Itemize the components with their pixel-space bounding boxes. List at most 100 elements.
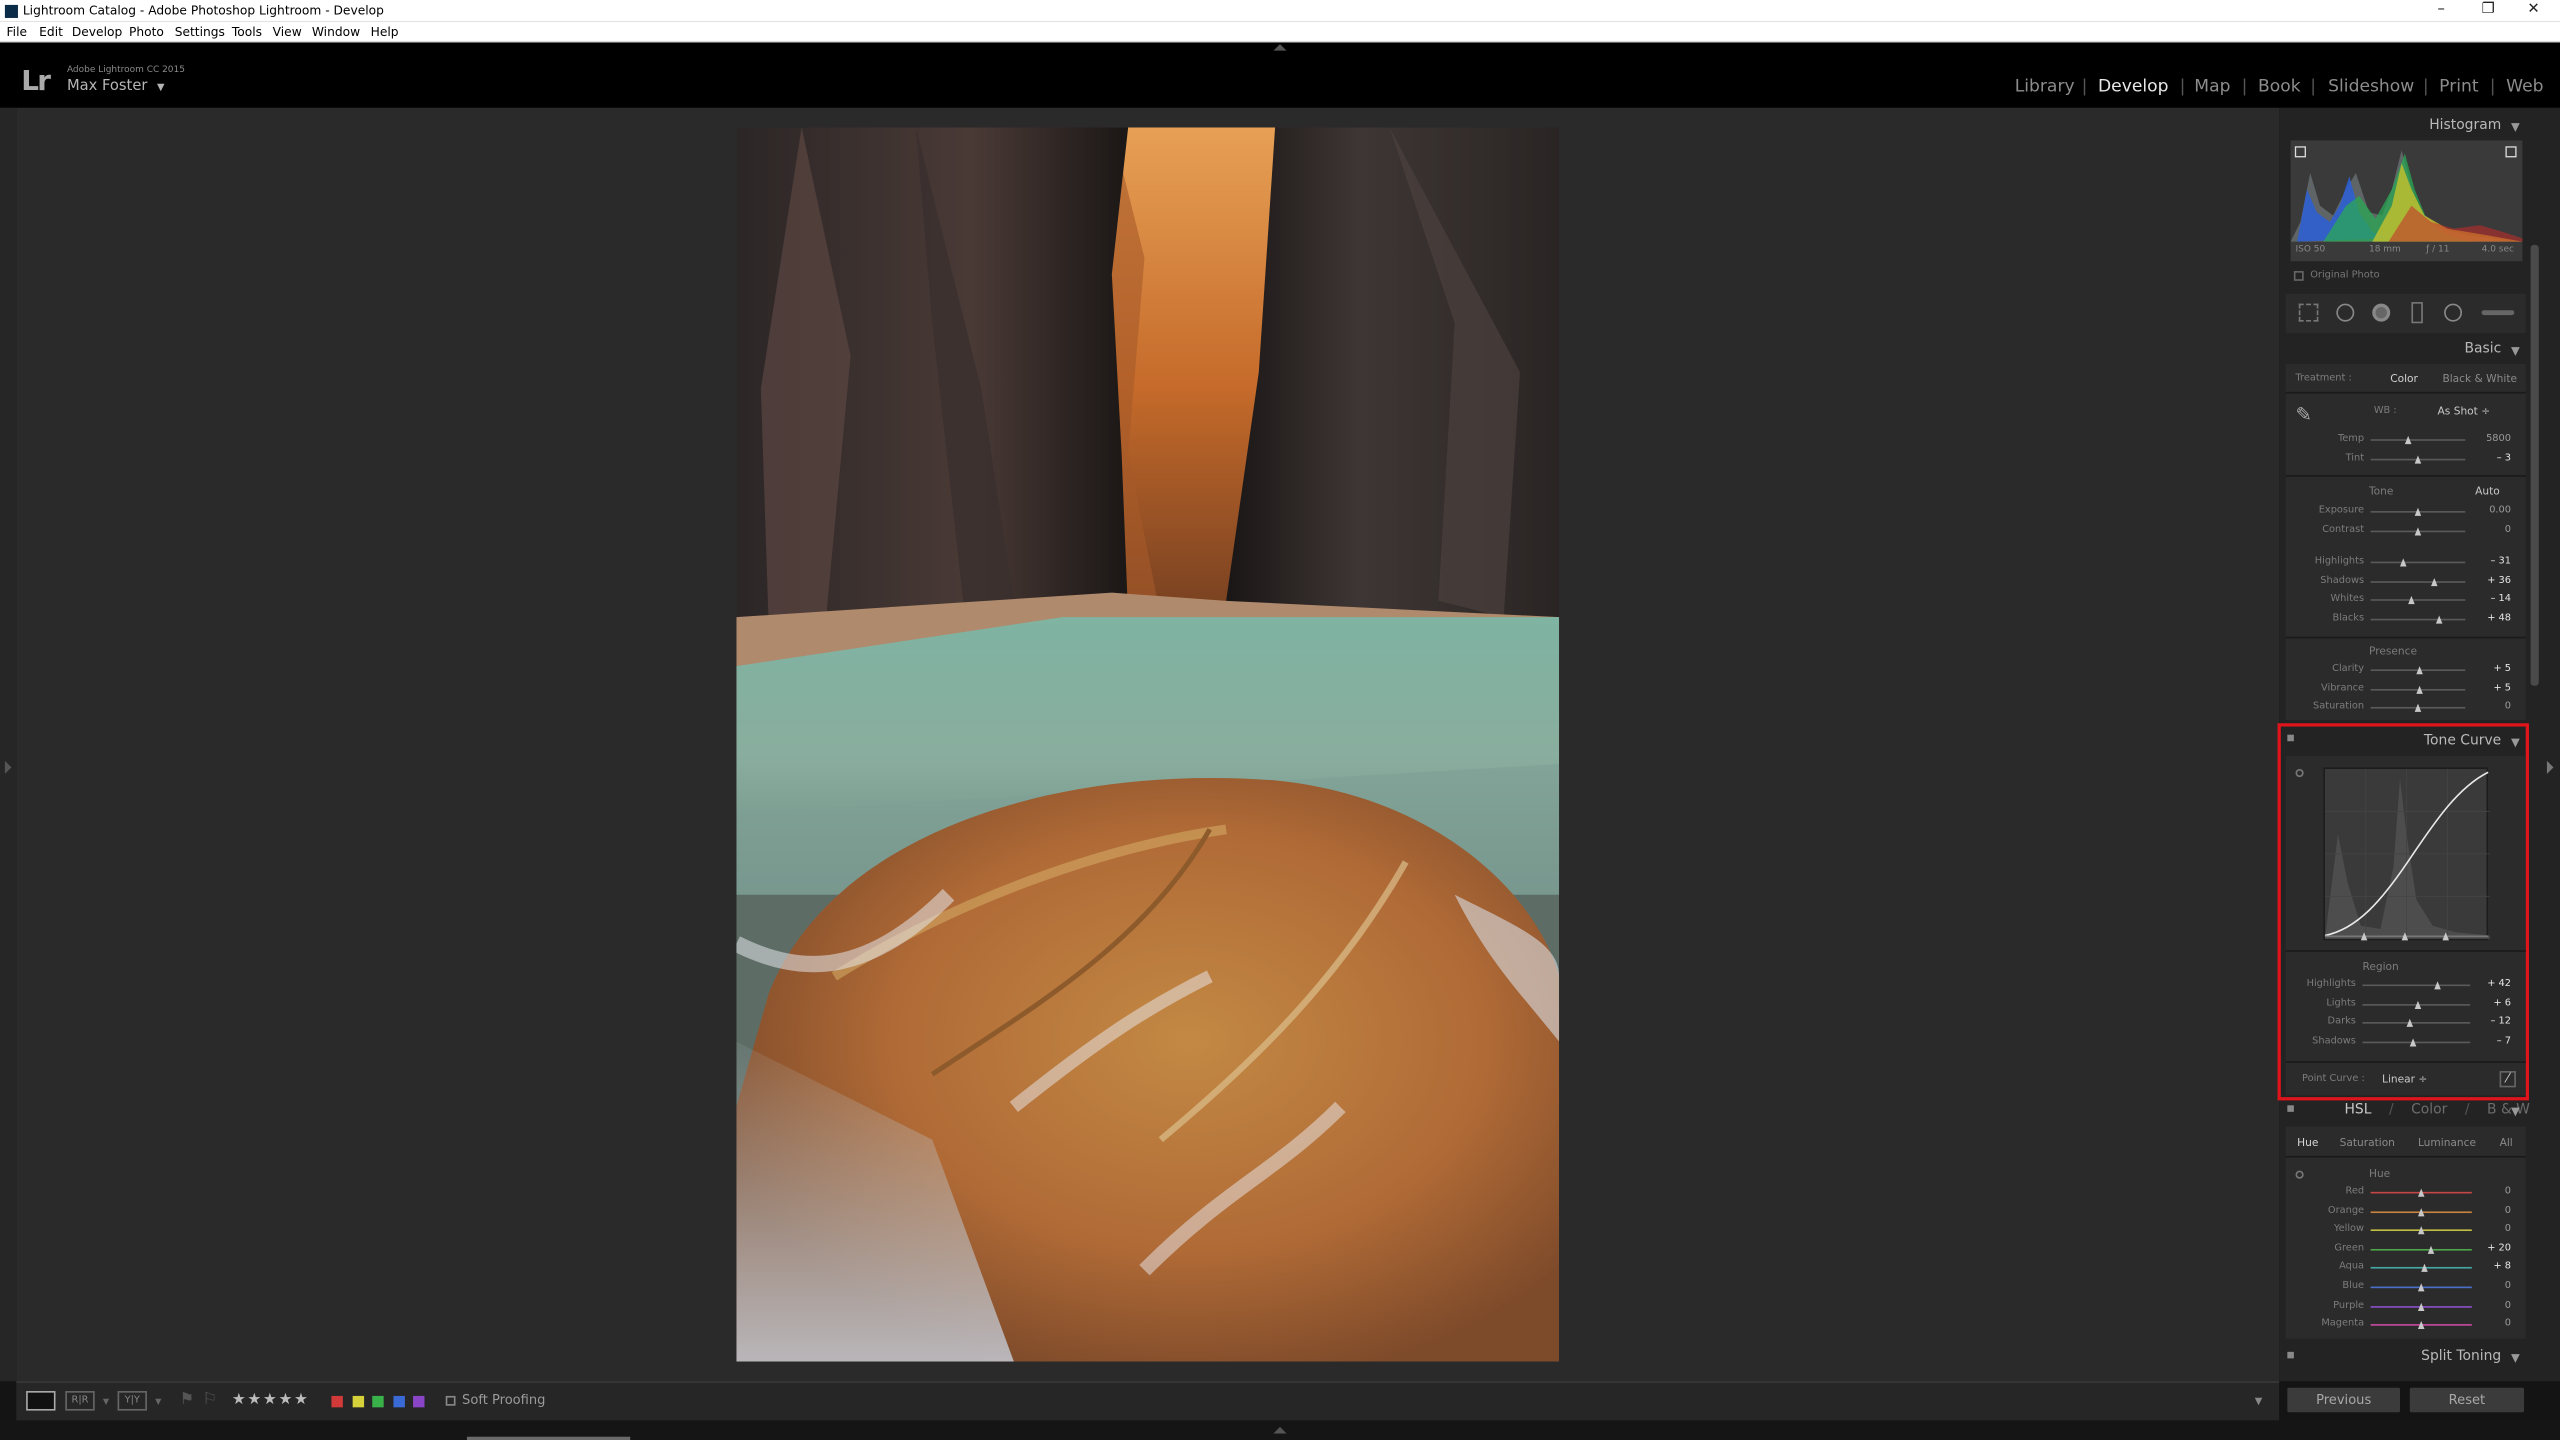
tone-curve-title[interactable]: Tone Curve — [2286, 733, 2501, 749]
toolbar-content-chevron-icon[interactable]: ▼ — [2255, 1396, 2263, 1407]
close-icon[interactable]: ✕ — [2527, 0, 2539, 21]
menu-file[interactable]: File — [7, 21, 28, 42]
collapse-basic-icon[interactable]: ▼ — [2511, 344, 2520, 357]
curve-split-handle[interactable] — [2401, 932, 2409, 941]
collapse-tone-curve-icon[interactable]: ▼ — [2511, 736, 2520, 749]
hsl-subtab-luminance[interactable]: Luminance — [2418, 1136, 2476, 1149]
hsl-toggle[interactable] — [2287, 1105, 2294, 1112]
hsl-subtab-saturation[interactable]: Saturation — [2340, 1136, 2395, 1149]
slider-value[interactable]: + 48 — [2475, 612, 2511, 623]
slider-thumb[interactable] — [2405, 1019, 2413, 1028]
point-curve-dropdown[interactable]: Linear ÷ — [2382, 1073, 2427, 1086]
slider-thumb[interactable] — [2400, 558, 2408, 567]
slider-value[interactable]: – 7 — [2475, 1035, 2511, 1046]
menu-photo[interactable]: Photo — [129, 21, 164, 42]
menu-edit[interactable]: Edit — [39, 21, 63, 42]
slider-track[interactable] — [2370, 1248, 2472, 1251]
slider-thumb[interactable] — [2413, 455, 2421, 464]
slider-thumb[interactable] — [2417, 1226, 2424, 1235]
curve-split-handle[interactable] — [2442, 932, 2449, 941]
slider-value[interactable]: 0 — [2475, 1185, 2511, 1196]
slider-thumb[interactable] — [2436, 615, 2444, 624]
slider-track[interactable] — [2370, 580, 2466, 583]
graduated-filter-icon[interactable] — [2411, 302, 2423, 324]
collapse-right-panel-icon[interactable] — [2546, 760, 2554, 774]
basic-title[interactable]: Basic — [2286, 341, 2501, 357]
slider-track[interactable] — [2362, 1041, 2471, 1044]
slider-value[interactable]: 0.00 — [2475, 504, 2511, 515]
slider-thumb[interactable] — [2415, 1000, 2422, 1009]
left-panel-collapsed[interactable] — [0, 107, 17, 1382]
menu-help[interactable]: Help — [371, 21, 399, 42]
menu-tools[interactable]: Tools — [232, 21, 262, 42]
slider-value[interactable]: – 14 — [2475, 593, 2511, 604]
module-book[interactable]: Book — [2258, 77, 2301, 97]
slider-thumb[interactable] — [2413, 507, 2421, 516]
slider-value[interactable]: 0 — [2475, 524, 2511, 535]
top-panel-toggle-icon[interactable] — [1273, 44, 1287, 51]
menu-settings[interactable]: Settings — [175, 21, 225, 42]
slider-track[interactable] — [2370, 439, 2466, 441]
before-after-chevron-icon[interactable]: ▼ — [103, 1398, 109, 1408]
module-library[interactable]: Library — [2015, 77, 2075, 97]
slider-thumb[interactable] — [2409, 1038, 2416, 1047]
expand-left-panel-icon[interactable] — [4, 760, 12, 774]
flag-icon[interactable]: ⚑ — [180, 1391, 195, 1409]
minimize-icon[interactable]: – — [2438, 0, 2445, 21]
hsl-tab-hsl[interactable]: HSL — [2344, 1102, 2371, 1118]
slider-value[interactable]: 0 — [2475, 1299, 2511, 1310]
slider-thumb[interactable] — [2417, 1321, 2424, 1330]
collapse-histogram-icon[interactable]: ▼ — [2511, 121, 2520, 134]
treatment-bw-option[interactable]: Black & White — [2442, 372, 2517, 385]
loupe-view-icon[interactable] — [26, 1391, 56, 1411]
slider-thumb[interactable] — [2434, 981, 2442, 990]
menu-develop[interactable]: Develop — [72, 21, 122, 42]
slider-thumb[interactable] — [2413, 527, 2421, 536]
module-map[interactable]: Map — [2194, 77, 2230, 97]
slider-value[interactable]: 0 — [2475, 1223, 2511, 1234]
tone-auto-button[interactable]: Auto — [2475, 485, 2500, 498]
crop-icon[interactable] — [2298, 303, 2319, 322]
collapse-split-toning-icon[interactable]: ▼ — [2511, 1352, 2520, 1365]
slider-thumb[interactable] — [2413, 704, 2421, 713]
before-after-toggle-chevron-icon[interactable]: ▼ — [155, 1398, 161, 1408]
slider-thumb[interactable] — [2408, 596, 2415, 605]
slider-thumb[interactable] — [2421, 1264, 2428, 1273]
before-after-icon[interactable]: R|R — [65, 1391, 95, 1411]
maximize-icon[interactable]: ❐ — [2482, 0, 2495, 21]
collapse-hsl-icon[interactable]: ▼ — [2511, 1105, 2520, 1118]
star-rating[interactable]: ★★★★★ — [232, 1391, 310, 1409]
split-toning-title[interactable]: Split Toning — [2286, 1349, 2501, 1365]
module-print[interactable]: Print — [2439, 77, 2478, 97]
slider-track[interactable] — [2362, 984, 2471, 987]
expand-filmstrip-icon[interactable] — [1273, 1426, 1287, 1434]
spot-removal-icon[interactable] — [2336, 303, 2355, 322]
slider-thumb[interactable] — [2427, 1245, 2434, 1254]
module-slideshow[interactable]: Slideshow — [2328, 77, 2414, 97]
targeted-adjustment-icon[interactable] — [2295, 768, 2304, 778]
slider-track[interactable] — [2370, 618, 2466, 621]
treatment-color-option[interactable]: Color — [2390, 372, 2418, 385]
slider-value[interactable]: + 6 — [2475, 997, 2511, 1008]
slider-value[interactable]: 0 — [2475, 1204, 2511, 1215]
slider-value[interactable]: 0 — [2475, 1318, 2511, 1329]
color-label-swatch[interactable] — [351, 1395, 364, 1408]
color-label-swatch[interactable] — [372, 1395, 384, 1408]
curve-split-handle[interactable] — [2360, 932, 2368, 941]
menu-view[interactable]: View — [273, 21, 302, 42]
slider-value[interactable]: 5800 — [2475, 433, 2511, 444]
slider-value[interactable]: – 31 — [2475, 555, 2511, 566]
slider-value[interactable]: + 36 — [2475, 574, 2511, 585]
slider-thumb[interactable] — [2417, 1283, 2424, 1292]
module-web[interactable]: Web — [2506, 77, 2543, 97]
hsl-tab-bw[interactable]: B & W — [2487, 1102, 2530, 1118]
tone-curve-graph[interactable] — [2323, 767, 2490, 941]
right-panel-scrollbar[interactable] — [2530, 244, 2539, 686]
module-develop[interactable]: Develop — [2098, 77, 2169, 97]
slider-track[interactable] — [2362, 1022, 2471, 1025]
hsl-subtab-hue[interactable]: Hue — [2297, 1136, 2318, 1149]
white-balance-eyedropper-icon[interactable]: ✎ — [2296, 403, 2329, 429]
slider-value[interactable]: – 12 — [2475, 1016, 2511, 1027]
histogram-display[interactable] — [2290, 140, 2523, 262]
slider-track[interactable] — [2370, 599, 2466, 602]
